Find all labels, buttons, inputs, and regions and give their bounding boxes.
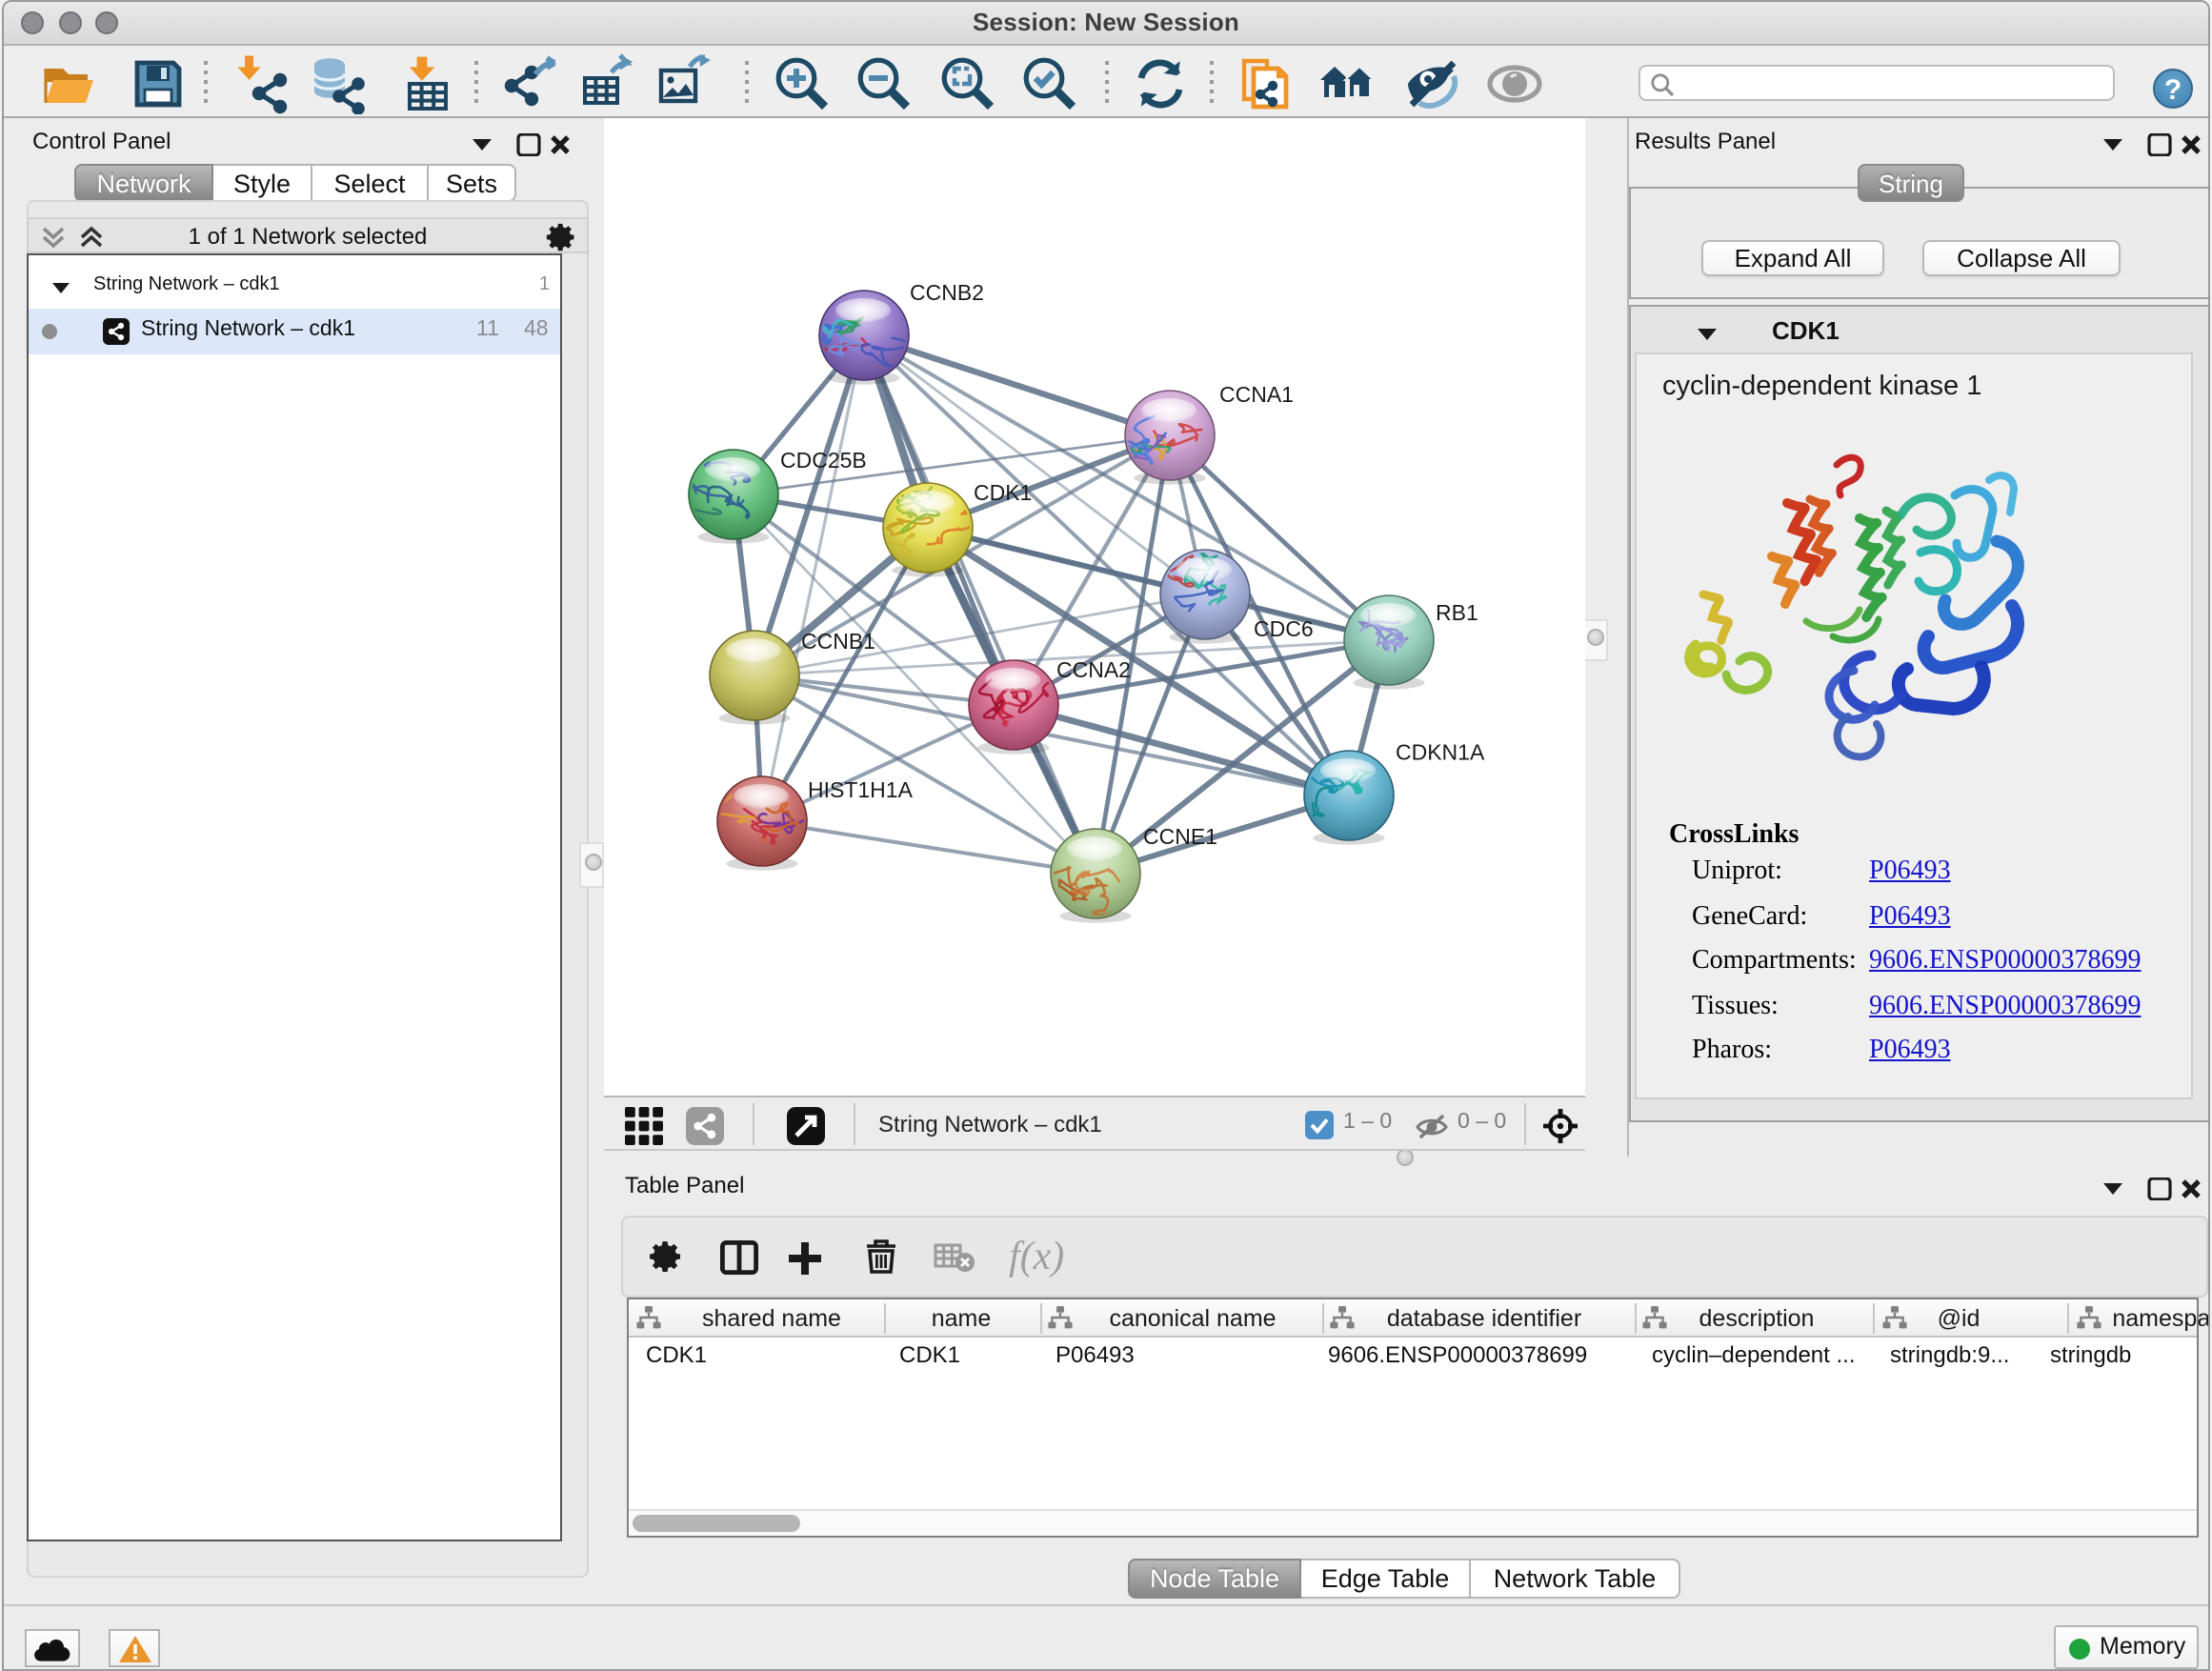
svg-text:CCNE1: CCNE1: [1143, 824, 1217, 849]
svg-text:CCNB1: CCNB1: [801, 629, 875, 654]
svg-text:CCNA1: CCNA1: [1219, 382, 1294, 407]
svg-text:CDC6: CDC6: [1254, 616, 1314, 641]
svg-text:HIST1H1A: HIST1H1A: [808, 777, 914, 802]
svg-text:CDK1: CDK1: [974, 480, 1032, 505]
svg-text:CDC25B: CDC25B: [780, 448, 867, 473]
svg-text:CDKN1A: CDKN1A: [1396, 740, 1485, 765]
svg-text:RB1: RB1: [1436, 600, 1478, 625]
svg-text:CCNB2: CCNB2: [910, 280, 984, 305]
svg-text:CCNA2: CCNA2: [1056, 657, 1131, 682]
